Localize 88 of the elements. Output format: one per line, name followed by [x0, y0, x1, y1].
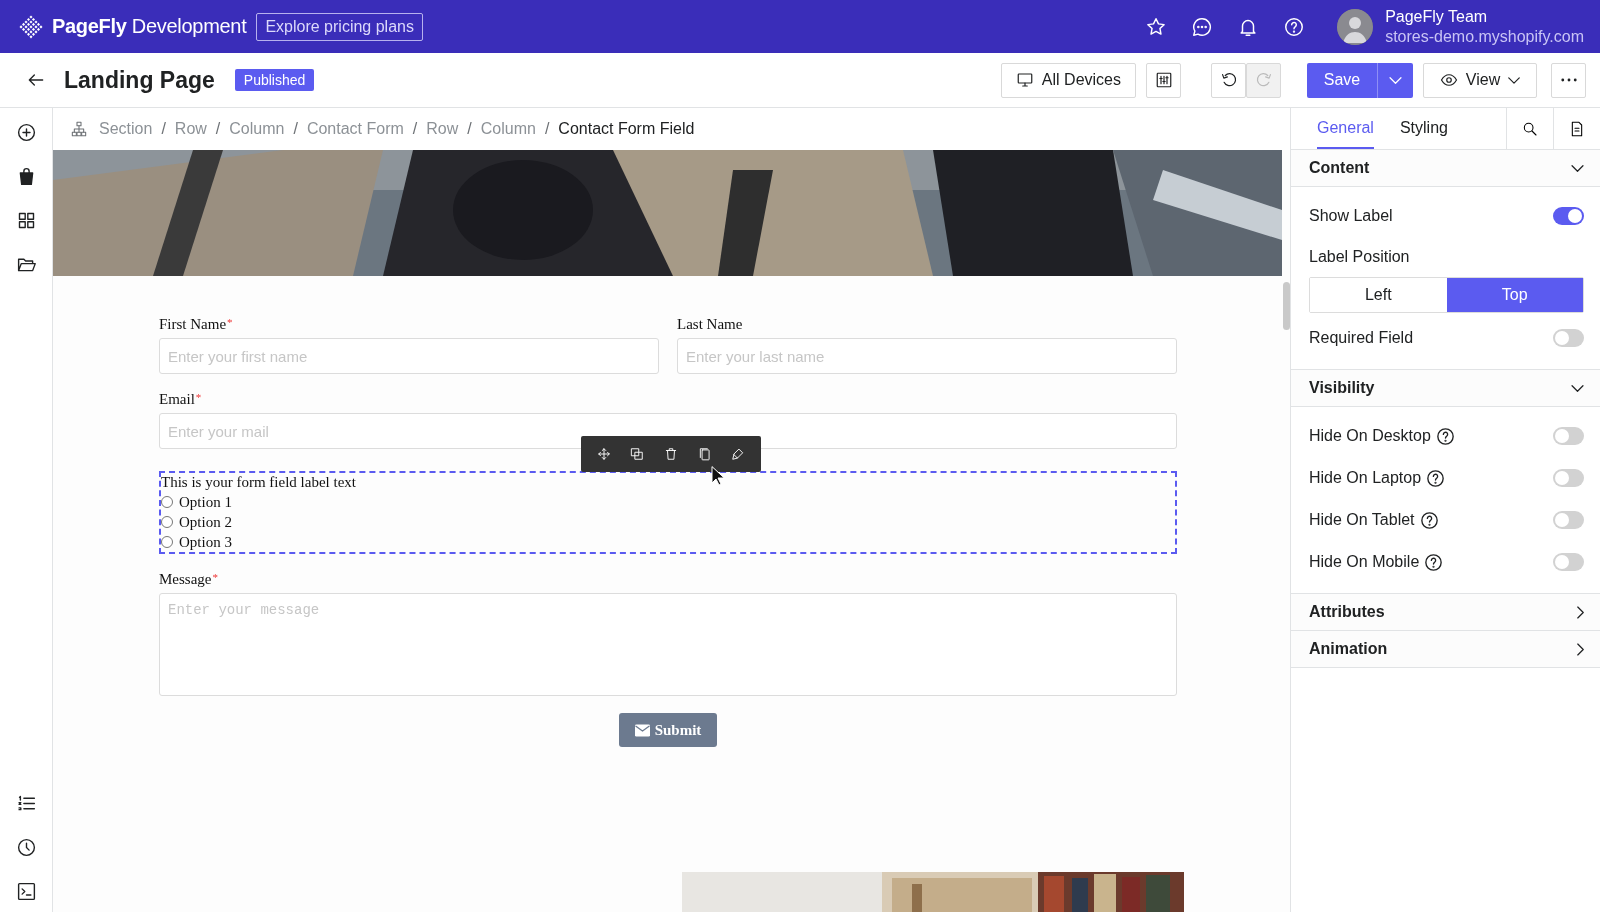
setting-label: Required Field — [1309, 329, 1414, 347]
field-label: This is your form field label text — [161, 473, 356, 492]
save-button[interactable]: Save — [1307, 62, 1377, 98]
caret-icon — [1508, 76, 1521, 84]
undo-icon — [1219, 71, 1238, 89]
radio-button[interactable] — [161, 516, 173, 528]
brand-name: PageFly Development — [52, 15, 247, 38]
field-label: Last Name — [677, 316, 743, 333]
toggle-switch[interactable] — [1553, 427, 1584, 445]
setting-label: Hide On Desktop — [1309, 427, 1431, 445]
message-field[interactable]: Enter your message — [159, 593, 1177, 696]
toggle-switch[interactable] — [1553, 469, 1584, 487]
cursor-icon — [711, 466, 725, 486]
store-name: stores-demo.myshopify.com — [1385, 26, 1584, 47]
breadcrumb-separator: / — [412, 120, 418, 138]
chevron-down-icon — [1571, 384, 1584, 392]
duplicate-icon[interactable] — [630, 447, 645, 461]
chevron-down-icon — [1571, 164, 1584, 172]
input-field[interactable]: Enter your first name — [159, 338, 659, 374]
toggle-switch[interactable] — [1553, 553, 1584, 571]
move-icon[interactable] — [596, 447, 611, 461]
trash-icon[interactable] — [664, 447, 678, 461]
help-icon[interactable] — [1436, 427, 1454, 445]
field-label: First Name — [159, 316, 227, 333]
help-icon[interactable] — [1427, 469, 1445, 487]
document-icon — [1569, 120, 1585, 137]
tree-icon — [71, 121, 87, 137]
pricing-button[interactable]: Explore pricing plans — [256, 12, 423, 41]
breadcrumb-separator: / — [215, 120, 221, 138]
settings-button[interactable] — [1146, 62, 1181, 98]
copy-icon[interactable] — [697, 447, 712, 461]
view-button[interactable]: View — [1423, 62, 1537, 98]
radio-button[interactable] — [161, 496, 173, 508]
toggle-switch[interactable] — [1553, 511, 1584, 529]
setting-label: Hide On Mobile — [1309, 553, 1420, 571]
terminal-icon[interactable] — [15, 881, 37, 902]
more-icon — [1560, 78, 1577, 82]
caret-icon — [1389, 76, 1402, 84]
toggle-switch[interactable] — [1553, 329, 1584, 347]
required-mark: * — [195, 391, 202, 405]
clock-icon[interactable] — [15, 837, 37, 858]
device-button[interactable]: All Devices — [1000, 62, 1136, 98]
setting-label: Hide On Laptop — [1309, 469, 1422, 487]
option-label: Option 1 — [179, 493, 232, 512]
breadcrumb-separator: / — [293, 120, 298, 138]
chevron-right-icon — [1577, 605, 1584, 619]
page-title: Landing Page — [64, 66, 215, 94]
avatar[interactable] — [1337, 8, 1374, 45]
input-field[interactable]: Enter your last name — [677, 338, 1177, 374]
monitor-icon — [1015, 71, 1034, 89]
breadcrumb-item[interactable]: Contact Form Field — [558, 120, 695, 138]
option-label: Option 2 — [179, 513, 232, 532]
add-icon[interactable] — [15, 122, 37, 143]
breadcrumb-separator: / — [467, 120, 472, 138]
required-mark: * — [212, 571, 218, 585]
toggle-switch[interactable] — [1553, 207, 1584, 225]
segment-button[interactable]: Top — [1446, 278, 1583, 312]
search-icon — [1522, 120, 1538, 137]
brush-icon[interactable] — [731, 447, 746, 461]
help-icon[interactable] — [1420, 511, 1438, 529]
redo-icon — [1254, 71, 1273, 89]
sliders-icon — [1154, 71, 1173, 89]
help-icon[interactable] — [1283, 15, 1306, 38]
save-options-button[interactable] — [1377, 62, 1413, 98]
option-label: Option 3 — [179, 533, 232, 552]
field-label: Message — [159, 571, 212, 588]
chevron-right-icon — [1577, 642, 1584, 656]
breadcrumb-separator: / — [544, 120, 550, 138]
required-mark: * — [227, 316, 233, 330]
field-label: Email — [159, 391, 195, 408]
help-icon[interactable] — [1425, 553, 1443, 571]
status-badge: Published — [234, 69, 315, 91]
scrollbar[interactable] — [1283, 282, 1290, 330]
chat-icon[interactable] — [1191, 15, 1214, 38]
setting-label: Show Label — [1309, 207, 1393, 225]
breadcrumb-separator: / — [161, 120, 166, 138]
panel-tab[interactable]: Styling — [1399, 108, 1448, 149]
undo-button[interactable] — [1211, 62, 1246, 98]
setting-label: Hide On Tablet — [1309, 511, 1415, 529]
submit-button[interactable]: Submit — [619, 713, 717, 747]
logo-icon[interactable] — [18, 13, 44, 40]
envelope-icon — [634, 723, 650, 737]
star-icon[interactable] — [1145, 15, 1168, 38]
eye-icon — [1439, 71, 1458, 89]
setting-label: Label Position — [1309, 247, 1411, 267]
user-name: PageFly Team — [1385, 6, 1489, 27]
input-field[interactable]: Enter your mail — [159, 413, 1177, 449]
radio-button[interactable] — [161, 536, 173, 548]
